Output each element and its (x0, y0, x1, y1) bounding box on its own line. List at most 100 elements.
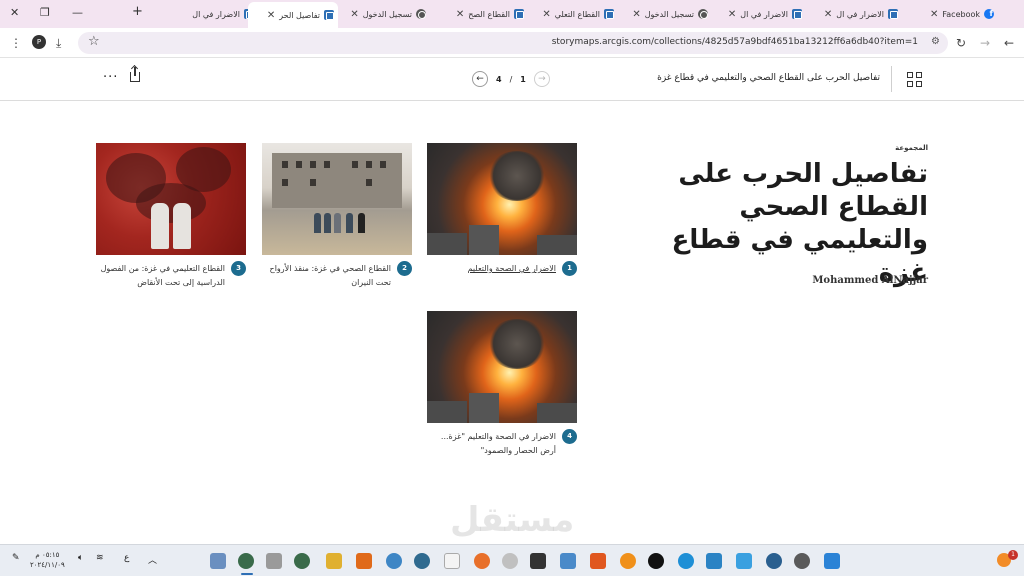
tab-education-sector[interactable]: القطاع التعلي ✕ (528, 4, 618, 24)
tab-war-details[interactable]: تفاصيل الحر ✕ (248, 2, 338, 28)
tab-damage-2[interactable]: الاضرار في ال ✕ (716, 4, 806, 24)
notification-badge: 1 (1008, 550, 1018, 560)
card-number-badge: 4 (562, 429, 577, 444)
minimize-window-icon[interactable]: — (72, 6, 83, 19)
bookmark-star-icon[interactable]: ☆ (88, 34, 100, 49)
wifi-icon[interactable]: ≋ (96, 553, 104, 563)
clock-date: ٢٠٢٤/١١/٠٩ (30, 561, 65, 569)
close-window-icon[interactable]: ✕ (10, 6, 19, 19)
site-settings-icon[interactable]: ⚙ (931, 36, 940, 47)
story-card-2[interactable]: 2 القطاع الصحي في غزة: منقذ الأرواح تحت … (262, 143, 412, 290)
tab-login-1[interactable]: تسجيل الدخول ✕ (620, 4, 712, 24)
story-card-3[interactable]: 3 القطاع التعليمي في غزة: من الفصول الدر… (96, 143, 246, 290)
story-header-title: تفاصيل الحرب على القطاع الصحي والتعليمي … (657, 73, 880, 83)
globe-icon (416, 9, 426, 19)
video-app-icon[interactable] (590, 553, 606, 569)
office-app-icon[interactable] (356, 553, 372, 569)
tab-damage-1[interactable]: الاضرار في ال ✕ (812, 4, 902, 24)
collection-title: تفاصيل الحرب على القطاع الصحي والتعليمي … (671, 159, 928, 288)
terminal-app-icon[interactable] (530, 553, 546, 569)
windows-start-icon[interactable] (824, 553, 840, 569)
ruined-hospital-image[interactable] (262, 143, 412, 255)
file-explorer-icon[interactable] (326, 553, 342, 569)
next-arrow-icon[interactable]: → (533, 71, 550, 87)
taskbar-clock[interactable]: ٠٥:١٥ م ٢٠٢٤/١١/٠٩ (30, 550, 65, 570)
close-tab-icon[interactable]: ✕ (728, 9, 736, 20)
tray-chevron-icon[interactable]: ︿ (148, 553, 157, 566)
card-caption[interactable]: الاضرار في الصحة والتعليم (468, 261, 556, 276)
firefox-app-icon[interactable] (474, 553, 490, 569)
tab-facebook[interactable]: Facebook ✕ (908, 4, 998, 24)
taskview-icon[interactable] (794, 553, 810, 569)
grid-view-icon[interactable] (907, 72, 922, 87)
address-bar[interactable]: ☆ storymaps.arcgis.com/collections/4825d… (78, 32, 948, 54)
story-header: تفاصيل الحرب على القطاع الصحي والتعليمي … (0, 58, 1024, 101)
close-tab-icon[interactable]: ✕ (824, 9, 832, 20)
explosion-image[interactable] (427, 311, 577, 423)
reload-icon[interactable]: ↻ (956, 36, 966, 50)
search-taskbar-icon[interactable] (766, 553, 782, 569)
close-tab-icon[interactable]: ✕ (542, 9, 550, 20)
more-options-icon[interactable]: ··· (103, 70, 118, 85)
close-tab-icon[interactable]: ✕ (930, 9, 938, 20)
storymaps-icon (514, 9, 524, 19)
story-card-1[interactable]: 1 الاضرار في الصحة والتعليم (427, 143, 577, 276)
red-smoke-image[interactable] (96, 143, 246, 255)
document-app-icon[interactable] (444, 553, 460, 569)
url-text[interactable]: storymaps.arcgis.com/collections/4825d57… (552, 37, 918, 47)
tab-health-sector[interactable]: القطاع الصح ✕ (438, 4, 528, 24)
tab-login-2[interactable]: تسجيل الدخول ✕ (340, 4, 430, 24)
tab-label: الاضرار في ال (192, 9, 240, 19)
firefox-alt-app-icon[interactable] (620, 553, 636, 569)
search-app-icon[interactable] (414, 553, 430, 569)
browser-app-icon[interactable] (502, 553, 518, 569)
forward-icon[interactable]: → (980, 36, 990, 50)
back-icon[interactable]: ← (1004, 36, 1014, 50)
new-tab-button[interactable]: + (132, 4, 143, 19)
header-divider (891, 66, 892, 92)
mail-app-icon[interactable] (706, 553, 722, 569)
explosion-image[interactable] (427, 143, 577, 255)
card-number-badge: 1 (562, 261, 577, 276)
card-caption[interactable]: الاضرار في الصحة والتعليم "غزة... أرض ال… (427, 429, 556, 458)
download-icon[interactable]: ⤓ (56, 36, 61, 50)
edge-app-icon[interactable] (678, 553, 694, 569)
share-icon[interactable] (130, 67, 140, 82)
pager-current: 1 (520, 74, 526, 84)
notepad-app-icon[interactable] (210, 553, 226, 569)
tab-label: تفاصيل الحر (279, 10, 320, 20)
watermark-logo: مستقل (450, 500, 575, 540)
tab-label: الاضرار في ال (740, 9, 788, 19)
photos-app-icon[interactable] (560, 553, 576, 569)
storymaps-icon (324, 10, 334, 20)
chrome-app-icon[interactable] (238, 553, 254, 569)
tab-label: القطاع الصح (468, 9, 510, 19)
chrome-profile-app-icon[interactable] (294, 553, 310, 569)
tiktok-app-icon[interactable] (648, 553, 664, 569)
story-card-4[interactable]: 4 الاضرار في الصحة والتعليم "غزة... أرض … (427, 311, 577, 458)
notification-icon[interactable]: ✎ (12, 553, 20, 563)
store-app-icon[interactable] (736, 553, 752, 569)
volume-icon[interactable]: 🔈︎ (78, 553, 83, 563)
tab-damage-3[interactable]: الاضرار في ال (148, 4, 258, 24)
tab-label: Facebook (942, 9, 980, 19)
close-tab-icon[interactable]: ✕ (456, 9, 464, 20)
card-caption[interactable]: القطاع التعليمي في غزة: من الفصول الدراس… (96, 261, 225, 290)
language-indicator[interactable]: ع (124, 553, 129, 563)
close-tab-icon[interactable]: ✕ (632, 9, 640, 20)
menu-icon[interactable]: ⋮ (10, 36, 22, 50)
tab-label: الاضرار في ال (836, 9, 884, 19)
tab-label: تسجيل الدخول (362, 9, 412, 19)
restore-window-icon[interactable]: ❐ (40, 6, 50, 19)
settings-app-icon[interactable] (386, 553, 402, 569)
files-app-icon[interactable] (266, 553, 282, 569)
storymaps-icon (792, 9, 802, 19)
card-caption[interactable]: القطاع الصحي في غزة: منقذ الأرواح تحت ال… (262, 261, 391, 290)
tab-label: القطاع التعلي (554, 9, 600, 19)
close-tab-icon[interactable]: ✕ (267, 10, 275, 21)
previous-arrow-icon[interactable]: ← (472, 71, 488, 87)
active-app-indicator (241, 573, 253, 575)
close-tab-icon[interactable]: ✕ (350, 9, 358, 20)
profile-avatar[interactable]: P (32, 35, 46, 49)
storymaps-icon (888, 9, 898, 19)
